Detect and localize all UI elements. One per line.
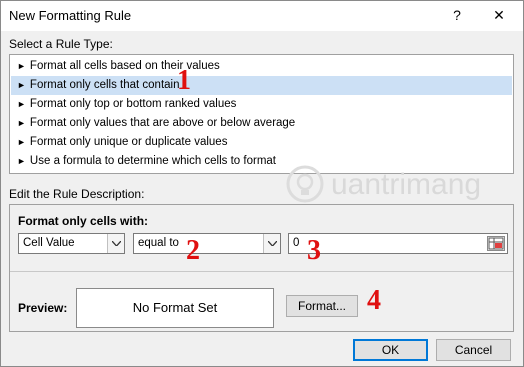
- value-input[interactable]: 0: [288, 233, 508, 254]
- range-select-icon[interactable]: [487, 236, 505, 251]
- divider: [10, 271, 513, 272]
- annotation-2: 2: [186, 235, 200, 266]
- rule-type-item[interactable]: ► Format only top or bottom ranked values: [11, 95, 512, 114]
- rule-type-label: Select a Rule Type:: [9, 37, 113, 51]
- rule-type-item[interactable]: ► Format only values that are above or be…: [11, 114, 512, 133]
- preview-box: No Format Set: [76, 288, 274, 328]
- cancel-button[interactable]: Cancel: [436, 339, 511, 361]
- lightbulb-icon: [286, 165, 324, 203]
- ok-button[interactable]: OK: [353, 339, 428, 361]
- triangle-right-icon: ►: [17, 61, 26, 71]
- format-button[interactable]: Format...: [286, 295, 358, 317]
- annotation-4: 4: [367, 285, 381, 316]
- help-button[interactable]: ?: [445, 4, 469, 26]
- title-bar: New Formatting Rule ? ✕: [1, 1, 523, 31]
- triangle-right-icon: ►: [17, 99, 26, 109]
- chevron-down-icon[interactable]: [107, 234, 124, 253]
- operator-select[interactable]: equal to: [133, 233, 281, 254]
- triangle-right-icon: ►: [17, 118, 26, 128]
- rule-type-item-selected[interactable]: ► Format only cells that contain: [11, 76, 512, 95]
- triangle-right-icon: ►: [17, 156, 26, 166]
- triangle-right-icon: ►: [17, 137, 26, 147]
- watermark-text: uantrimang: [331, 168, 482, 201]
- new-formatting-rule-dialog: New Formatting Rule ? ✕ Select a Rule Ty…: [0, 0, 524, 367]
- watermark-logo: uantrimang: [283, 164, 483, 208]
- rule-type-item[interactable]: ► Format only unique or duplicate values: [11, 133, 512, 152]
- chevron-down-icon[interactable]: [263, 234, 280, 253]
- window-title: New Formatting Rule: [9, 8, 132, 23]
- rule-description-label: Edit the Rule Description:: [9, 187, 145, 201]
- format-cells-heading: Format only cells with:: [18, 214, 149, 228]
- triangle-right-icon: ►: [17, 80, 26, 90]
- annotation-3: 3: [307, 235, 321, 266]
- rule-type-item[interactable]: ► Format all cells based on their values: [11, 57, 512, 76]
- condition-type-select[interactable]: Cell Value: [18, 233, 125, 254]
- annotation-1: 1: [177, 65, 191, 96]
- close-button[interactable]: ✕: [485, 4, 513, 26]
- rule-type-list[interactable]: ► Format all cells based on their values …: [9, 54, 514, 174]
- preview-label: Preview:: [18, 301, 68, 315]
